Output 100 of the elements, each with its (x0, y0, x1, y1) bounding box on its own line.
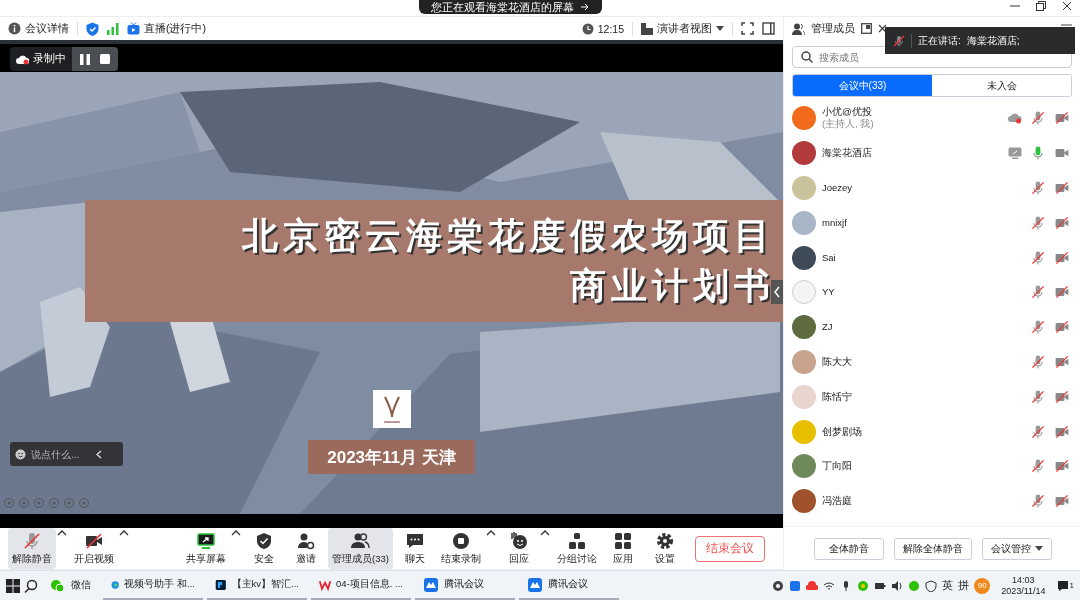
windows-start-icon[interactable] (6, 578, 20, 593)
meeting-details-link[interactable]: 会议详情 (25, 21, 69, 36)
speaker-name: 海棠花酒店; (966, 33, 1020, 48)
muted-mic-icon (22, 531, 42, 551)
close-icon[interactable] (1062, 1, 1072, 11)
breakout-icon (566, 531, 587, 551)
video-off-icon (84, 531, 104, 551)
member-name: YY (822, 286, 836, 299)
people-icon (792, 22, 805, 35)
search-icon[interactable] (24, 578, 38, 593)
cloud-record-icon (1008, 112, 1022, 125)
member-name: mnixjf (822, 216, 848, 229)
smiley-icon (15, 448, 26, 460)
stop-record-icon (450, 531, 471, 551)
toolbar-button[interactable]: 安全 (244, 528, 284, 569)
app-icon (423, 576, 439, 593)
input-mode[interactable]: 拼 (958, 578, 970, 593)
taskbar-app[interactable]: 微信 (42, 571, 99, 600)
maximize-icon[interactable] (1036, 1, 1046, 11)
slide-title: 商业计划书 (569, 265, 775, 308)
screen-share-icon (1008, 147, 1022, 160)
member-name: 陈恬宁 (822, 390, 853, 403)
cloud-record-icon (16, 53, 29, 65)
exit-arrow-icon (579, 3, 590, 11)
caret-up-icon[interactable] (538, 528, 551, 538)
toolbar-button[interactable]: 回应 (498, 528, 539, 569)
toolbar-button[interactable]: 邀请 (286, 528, 326, 569)
info-icon[interactable] (8, 22, 21, 35)
recording-label: 录制中 (33, 52, 66, 66)
panel-button[interactable]: 解除全体静音 (894, 537, 972, 560)
cloud-icon[interactable] (806, 579, 819, 592)
notification-icon[interactable] (1056, 579, 1069, 592)
taskbar-app[interactable]: 04-项目信息. ... (311, 571, 411, 600)
tray-icon[interactable] (789, 579, 802, 592)
caret-up-icon[interactable] (56, 528, 68, 538)
banner-text: 您正在观看海棠花酒店的屏幕 (430, 0, 574, 14)
caret-up-icon[interactable] (230, 528, 242, 538)
dropdown-caret-icon[interactable] (1035, 546, 1043, 551)
search-icon (801, 51, 813, 63)
member-name: 海棠花酒店 (822, 147, 873, 160)
sidebar-toggle-icon[interactable] (762, 22, 775, 35)
toolbar-button[interactable]: 解除静音 (8, 528, 56, 569)
toolbar-button[interactable]: 开启视频 (70, 528, 118, 569)
shield-icon[interactable] (86, 21, 99, 36)
live-tv-icon[interactable] (127, 22, 140, 35)
toolbar-button[interactable]: 应用 (602, 528, 643, 569)
toolbar-button[interactable]: 聊天 (394, 528, 435, 569)
toolbar-button[interactable]: 分组讨论 (552, 528, 601, 569)
member-name: Sai (822, 251, 837, 264)
slide-title: 北京密云海棠花度假农场项目 (241, 215, 775, 258)
taskbar-app[interactable]: 腾讯会议 (519, 571, 619, 600)
notification-count: 1 (1069, 581, 1074, 590)
app-icon (50, 577, 66, 594)
member-name: Joezey (822, 182, 854, 194)
fullscreen-icon[interactable] (741, 22, 754, 35)
tab[interactable]: 会议中(33) (793, 75, 932, 96)
taskbar-app[interactable]: 腾讯会议 (415, 571, 515, 600)
toolbar-button[interactable]: 共享屏幕 (182, 528, 230, 569)
view-mode-menu[interactable]: 演讲者视图 (657, 21, 712, 36)
panel-title: 管理成员 (811, 21, 855, 36)
chat-icon (404, 531, 425, 551)
member-name: 丁向阳 (822, 460, 853, 473)
pause-icon[interactable] (80, 53, 90, 65)
member-name: 创梦剧场 (822, 425, 863, 438)
settings-icon (654, 531, 675, 551)
shield-icon (254, 531, 274, 551)
caret-up-icon[interactable] (118, 528, 130, 538)
toolbar-button[interactable]: 结束录制 (436, 528, 485, 569)
chat-input-field[interactable]: 说点什么... (31, 448, 91, 460)
speaker-icon[interactable] (891, 579, 904, 592)
taskbar-app[interactable]: 视频号助手 和... (103, 571, 203, 600)
taskbar-date[interactable]: 2023/11/14 (1001, 585, 1046, 597)
smiley-hand-icon (508, 531, 529, 551)
taskbar-time[interactable]: 14:03 (1012, 574, 1035, 586)
member-name: 小优@优投 (822, 106, 873, 118)
input-language[interactable]: 英 (942, 578, 954, 593)
people-icon (350, 531, 371, 551)
speaking-label: 正在讲话: (918, 33, 961, 48)
popout-icon[interactable] (861, 23, 872, 34)
close-icon[interactable] (878, 24, 887, 33)
end-meeting-button[interactable]: 结束会议 (695, 535, 765, 562)
meeting-duration: 12:15 (597, 22, 624, 35)
toolbar-button[interactable]: 管理成员(33) (328, 528, 393, 569)
shield-icon[interactable] (925, 579, 938, 592)
meeting-control-menu[interactable]: 会议管控 (982, 537, 1052, 560)
slide-date: 2023年11月 天津 (308, 440, 475, 474)
dropdown-caret-icon[interactable] (716, 26, 724, 31)
panel-button[interactable]: 全体静音 (814, 537, 884, 560)
toolbar-button[interactable]: 设置 (644, 528, 685, 569)
logo-icon (373, 390, 411, 428)
member-name: ZJ (822, 321, 834, 334)
caret-up-icon[interactable] (484, 528, 497, 538)
wifi-icon[interactable] (823, 579, 836, 592)
live-status[interactable]: 直播(进行中) (144, 21, 206, 36)
taskbar-app[interactable]: 【主kv】智汇... (207, 571, 307, 600)
clock-icon (581, 22, 594, 35)
tray-icon[interactable] (772, 579, 785, 592)
layout-icon[interactable] (641, 22, 653, 35)
muted-mic-icon (893, 34, 905, 47)
invite-person-icon (296, 531, 316, 551)
